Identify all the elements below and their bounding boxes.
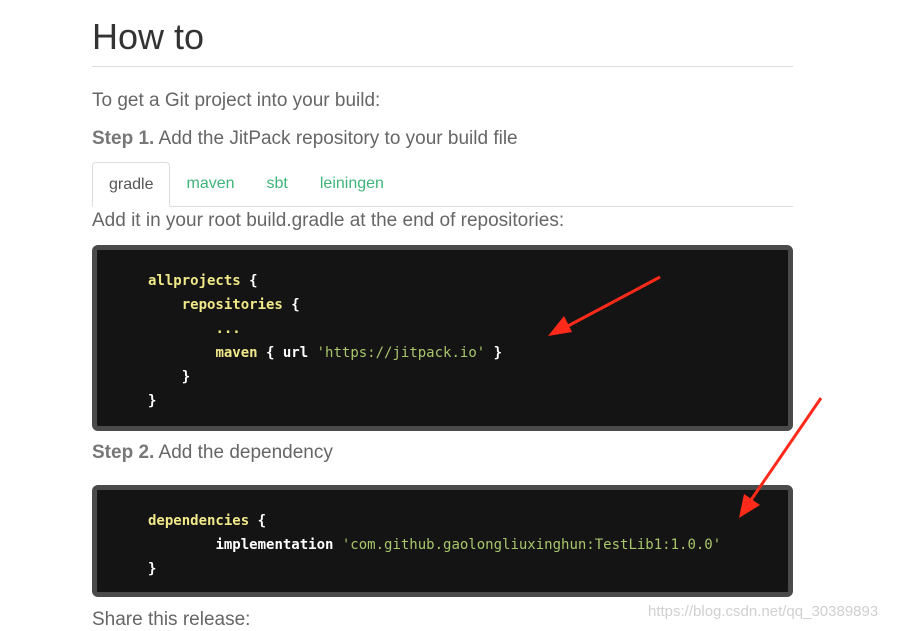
code-line: implementation 'com.github.gaolongliuxin…: [215, 537, 722, 553]
code-line: repositories {: [181, 297, 300, 313]
tab-description: Add it in your root build.gradle at the …: [92, 210, 565, 231]
intro-text: To get a Git project into your build:: [92, 90, 381, 111]
code-line: }: [148, 561, 157, 577]
repository-code-block[interactable]: allprojects { repositories { ... maven {…: [92, 245, 793, 431]
code-line: maven { url 'https://jitpack.io' }: [215, 345, 503, 361]
page-title: How to: [92, 16, 205, 57]
title-divider: [92, 66, 793, 67]
step-1-text: Add the JitPack repository to your build…: [154, 128, 518, 149]
code-line: ...: [215, 321, 241, 337]
dependency-code-block[interactable]: dependencies { implementation 'com.githu…: [92, 485, 793, 597]
tab-sbt[interactable]: sbt: [251, 162, 304, 206]
tab-maven[interactable]: maven: [170, 162, 250, 206]
step-2-label: Step 2.: [92, 442, 155, 463]
step-2-text: Add the dependency: [154, 442, 333, 463]
step-1-label: Step 1.: [92, 128, 155, 149]
code-line: }: [148, 393, 157, 409]
build-tool-tabs: gradle maven sbt leiningen: [92, 162, 793, 207]
tab-leiningen[interactable]: leiningen: [304, 162, 400, 206]
step-1-heading: Step 1. Add the JitPack repository to yo…: [92, 127, 518, 151]
step-2-heading: Step 2. Add the dependency: [92, 441, 333, 465]
code-line: dependencies {: [148, 513, 267, 529]
code-line: }: [181, 369, 191, 385]
share-heading: Share this release:: [92, 609, 251, 630]
tab-gradle[interactable]: gradle: [92, 162, 171, 207]
watermark: https://blog.csdn.net/qq_30389893: [648, 603, 879, 620]
code-line: allprojects {: [148, 273, 258, 289]
